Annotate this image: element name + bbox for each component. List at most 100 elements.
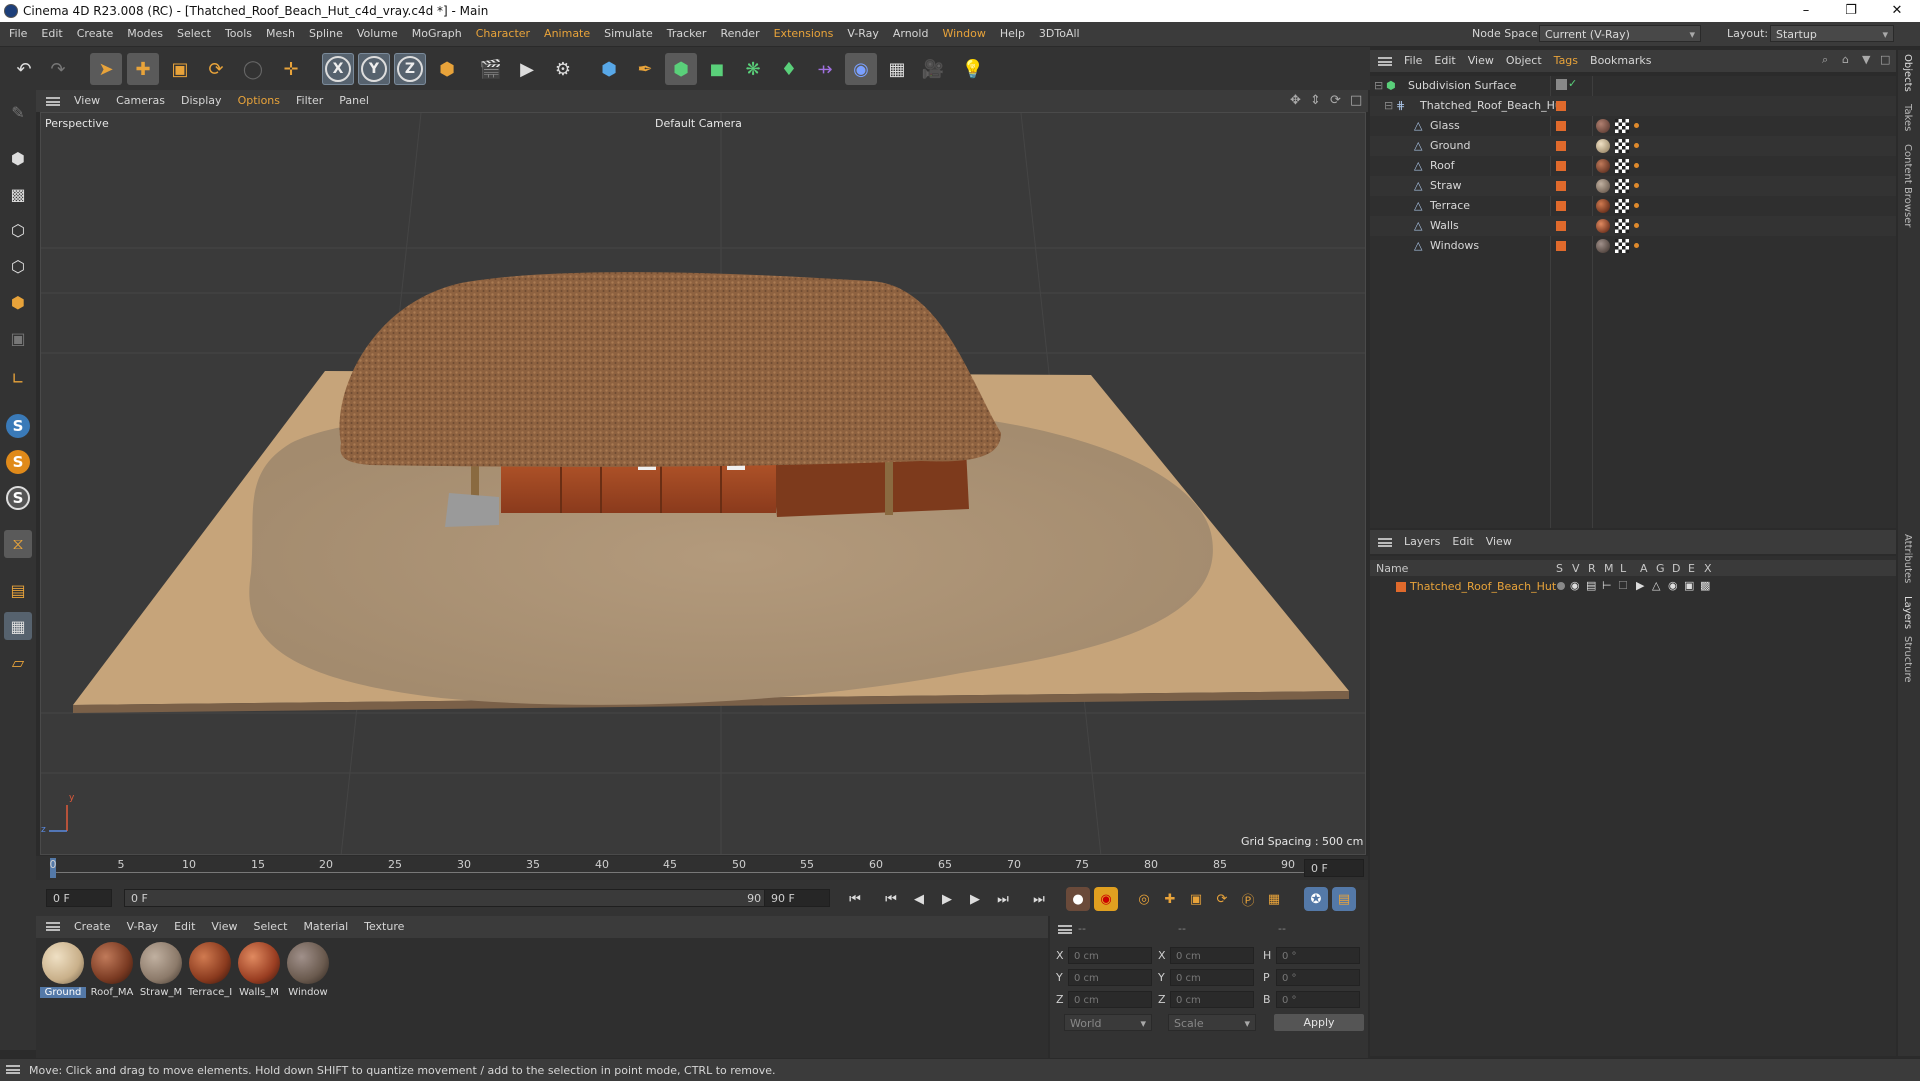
viewport-menu-display[interactable]: Display — [173, 90, 230, 112]
expand-icon[interactable]: ⊟ — [1384, 99, 1393, 112]
layer-solo-icon[interactable] — [1557, 582, 1565, 590]
layer-swatch[interactable] — [1556, 161, 1566, 171]
layout-dropdown[interactable]: Startup — [1770, 25, 1894, 43]
menu-animate[interactable]: Animate — [537, 22, 597, 46]
object-menu-tags[interactable]: Tags — [1548, 50, 1584, 72]
material-tag-icon[interactable] — [1596, 159, 1610, 173]
viewport-rotate-icon[interactable]: ⟳ — [1330, 93, 1341, 108]
material-menu-create[interactable]: Create — [66, 916, 119, 938]
object-row-subdivision[interactable]: ⊟ ⬢ Subdivision Surface ✓ — [1370, 76, 1896, 96]
object-menu-file[interactable]: File — [1398, 50, 1428, 72]
keyframe-selection-icon[interactable]: ◎ — [1132, 887, 1156, 911]
polygons-mode-icon[interactable]: ⬢ — [4, 288, 32, 316]
menu-volume[interactable]: Volume — [350, 22, 405, 46]
material-tag-icon[interactable] — [1596, 139, 1610, 153]
record-icon[interactable]: ● — [1066, 887, 1090, 911]
redo-icon[interactable]: ↷ — [42, 53, 74, 85]
rotation-b-field[interactable]: 0 ° — [1276, 991, 1360, 1008]
pen-spline-icon[interactable]: ✒ — [629, 53, 661, 85]
material-tag-icon[interactable] — [1596, 219, 1610, 233]
object-row-ground[interactable]: △ Ground — [1370, 136, 1896, 156]
position-x-field[interactable]: 0 cm — [1068, 947, 1152, 964]
key-rotation-icon[interactable]: ⟳ — [1210, 887, 1234, 911]
z-axis-lock-button[interactable]: Z — [394, 53, 426, 85]
grid-icon[interactable]: ▦ — [4, 612, 32, 640]
menu-character[interactable]: Character — [469, 22, 537, 46]
material-straw[interactable]: Straw_M — [138, 942, 184, 998]
extrude-icon[interactable]: ◼ — [701, 53, 733, 85]
viewport-maximize-icon[interactable]: □ — [1350, 93, 1362, 108]
layer-visible-icon[interactable]: ◉ — [1570, 579, 1580, 592]
layer-swatch[interactable] — [1556, 221, 1566, 231]
uvw-tag-icon[interactable] — [1615, 219, 1629, 233]
uvw-tag-icon[interactable] — [1615, 239, 1629, 253]
object-search-icon[interactable]: ⌕ — [1822, 53, 1828, 67]
model-mode-icon[interactable]: ⬢ — [4, 144, 32, 172]
scale-tool-icon[interactable]: ▣ — [164, 53, 196, 85]
go-to-start-icon[interactable]: ⏮ — [844, 888, 866, 910]
layer-swatch[interactable] — [1556, 241, 1566, 251]
play-icon[interactable]: ▶ — [936, 888, 958, 910]
minimize-button[interactable]: – — [1783, 0, 1829, 22]
vray-tag-icon[interactable] — [1634, 143, 1639, 148]
layer-swatch[interactable] — [1556, 79, 1567, 90]
apply-button[interactable]: Apply — [1274, 1014, 1364, 1031]
status-hamburger-icon[interactable] — [6, 1065, 20, 1074]
menu-mesh[interactable]: Mesh — [259, 22, 302, 46]
live-select-icon[interactable]: ◯ — [237, 53, 269, 85]
layer-menu-layers[interactable]: Layers — [1398, 530, 1446, 554]
viewport-move-icon[interactable]: ✥ — [1290, 93, 1301, 108]
menu-select[interactable]: Select — [170, 22, 218, 46]
menu-create[interactable]: Create — [70, 22, 121, 46]
edges-mode-icon[interactable]: ⬡ — [4, 252, 32, 280]
object-row-straw[interactable]: △ Straw — [1370, 176, 1896, 196]
vray-tag-icon[interactable] — [1634, 163, 1639, 168]
vray-tag-icon[interactable] — [1634, 243, 1639, 248]
quantize-icon[interactable]: S — [4, 448, 32, 476]
material-tag-icon[interactable] — [1596, 179, 1610, 193]
key-pla-icon[interactable]: ▦ — [1262, 887, 1286, 911]
layer-animation-icon[interactable]: ▶ — [1636, 579, 1644, 592]
subdivision-surface-icon[interactable]: ⬢ — [665, 53, 697, 85]
locked-workplane-icon[interactable]: ▱ — [4, 648, 32, 676]
material-hamburger-icon[interactable] — [46, 922, 60, 931]
coordinate-space-dropdown[interactable]: World — [1064, 1014, 1152, 1032]
layer-menu-edit[interactable]: Edit — [1446, 530, 1479, 554]
material-menu-material[interactable]: Material — [295, 916, 356, 938]
material-menu-edit[interactable]: Edit — [166, 916, 203, 938]
position-z-field[interactable]: 0 cm — [1068, 991, 1152, 1008]
next-frame-icon[interactable]: ▶ — [964, 888, 986, 910]
menu-spline[interactable]: Spline — [302, 22, 350, 46]
select-arrow-icon[interactable]: ➤ — [90, 53, 122, 85]
menu-extensions[interactable]: Extensions — [767, 22, 841, 46]
tab-objects[interactable]: Objects — [1902, 54, 1913, 92]
layer-swatch[interactable] — [1556, 201, 1566, 211]
axis-mode-icon[interactable]: ∟ — [4, 364, 32, 392]
frame-range-slider[interactable]: 0 F 90 F — [124, 889, 784, 907]
layer-name[interactable]: Thatched_Roof_Beach_Hut — [1410, 580, 1556, 593]
expand-icon[interactable]: ⊟ — [1374, 79, 1383, 92]
layer-deformers-icon[interactable]: ◉ — [1668, 579, 1678, 592]
coordinates-hamburger-icon[interactable] — [1058, 925, 1072, 934]
material-terrace[interactable]: Terrace_I — [187, 942, 233, 998]
world-coordinates-icon[interactable]: ⬢ — [431, 53, 463, 85]
render-view-icon[interactable]: ▶ — [511, 53, 543, 85]
floor-icon[interactable]: ▦ — [881, 53, 913, 85]
layer-row[interactable]: Thatched_Roof_Beach_Hut ◉ ▤ ⊢ ☐ ▶ △ ◉ ▣ … — [1370, 578, 1896, 596]
mograph-icon[interactable]: ♦ — [773, 53, 805, 85]
menu-simulate[interactable]: Simulate — [597, 22, 660, 46]
menu-help[interactable]: Help — [993, 22, 1032, 46]
snap-icon[interactable]: S — [4, 412, 32, 440]
viewport-menu-options[interactable]: Options — [230, 90, 288, 112]
start-frame-field[interactable]: 0 F — [46, 889, 112, 907]
previous-key-icon[interactable]: ⏮ — [880, 888, 902, 910]
size-z-field[interactable]: 0 cm — [1170, 991, 1254, 1008]
layer-swatch[interactable] — [1556, 141, 1566, 151]
material-menu-texture[interactable]: Texture — [356, 916, 412, 938]
close-button[interactable]: ✕ — [1874, 0, 1920, 22]
material-walls[interactable]: Walls_M — [236, 942, 282, 998]
menu-window[interactable]: Window — [935, 22, 992, 46]
y-axis-lock-button[interactable]: Y — [358, 53, 390, 85]
render-settings-icon[interactable]: ⚙ — [547, 53, 579, 85]
material-roof[interactable]: Roof_MA — [89, 942, 135, 998]
